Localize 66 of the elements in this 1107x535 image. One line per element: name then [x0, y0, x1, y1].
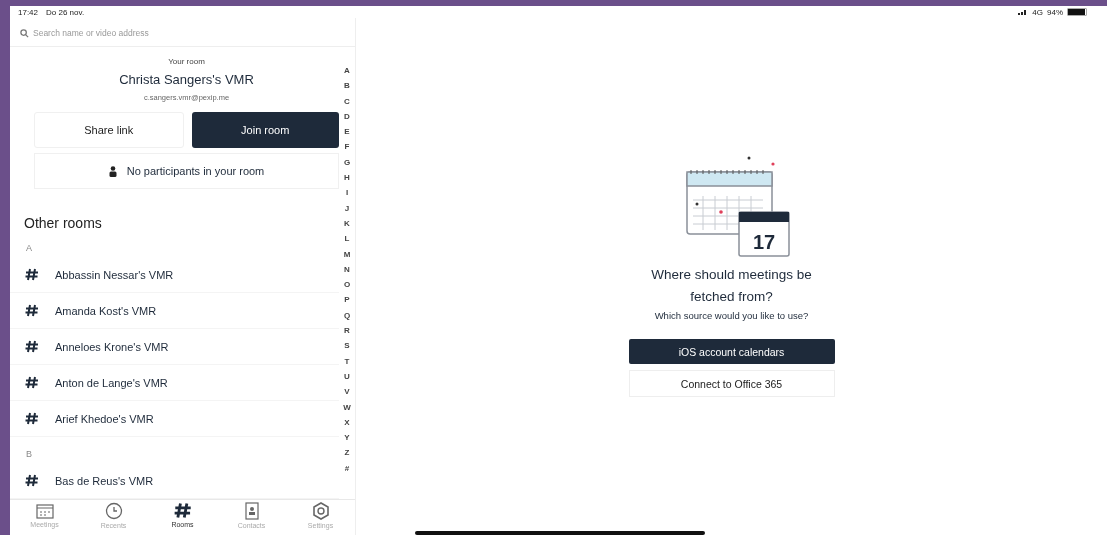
index-letter[interactable]: O: [343, 277, 351, 293]
index-letter[interactable]: #: [344, 460, 350, 476]
index-letter[interactable]: R: [344, 323, 350, 339]
room-item[interactable]: Arief Khedoe's VMR: [10, 401, 339, 437]
status-time: 17:42: [18, 7, 39, 17]
gear-icon: [311, 501, 330, 520]
room-item[interactable]: Bas de Reus's VMR: [10, 463, 339, 499]
hash-icon: [25, 340, 39, 353]
hash-icon: [25, 304, 39, 317]
office-365-button[interactable]: Connect to Office 365: [628, 370, 835, 397]
section-heading: Other rooms: [24, 215, 103, 231]
index-letter[interactable]: U: [344, 368, 350, 385]
index-letter[interactable]: I: [345, 185, 349, 201]
section-letter: B: [26, 449, 33, 461]
calendar-illustration-drawing: 17: [676, 150, 797, 260]
index-letter[interactable]: E: [344, 124, 350, 140]
hash-icon: [25, 268, 39, 281]
index-letter[interactable]: W: [343, 399, 351, 415]
index-letter[interactable]: F: [344, 139, 350, 155]
room-item[interactable]: Anton de Lange's VMR: [10, 365, 339, 401]
join-room-button[interactable]: Join room: [191, 112, 339, 148]
hash-icon: [25, 412, 39, 425]
index-letter[interactable]: T: [344, 353, 350, 369]
index-letter[interactable]: P: [344, 292, 350, 308]
index-letter[interactable]: D: [344, 108, 350, 125]
hash-icon: [25, 474, 39, 487]
index-letter[interactable]: L: [344, 231, 350, 247]
index-letter[interactable]: Q: [343, 307, 351, 324]
status-date: Do 26 nov.: [46, 7, 85, 17]
index-letter[interactable]: M: [343, 246, 351, 262]
search-field[interactable]: Search name or video address: [33, 28, 345, 38]
hash-icon: [173, 502, 192, 519]
index-letter[interactable]: C: [344, 93, 350, 109]
room-name: Christa Sangers's VMR: [118, 72, 255, 87]
index-letter[interactable]: A: [344, 63, 350, 79]
section-letter: A: [26, 243, 33, 255]
index-letter[interactable]: Z: [344, 445, 350, 461]
index-letter[interactable]: X: [344, 414, 350, 431]
participants-text: No participants in your room: [126, 165, 265, 177]
search-icon: [20, 28, 29, 38]
battery-icon: [1067, 8, 1087, 16]
empty-state-subtitle: Which source would you like to use?: [654, 310, 809, 321]
index-letter[interactable]: N: [344, 261, 350, 278]
contacts-icon: [243, 501, 260, 520]
ios-calendars-button[interactable]: iOS account calendars: [628, 339, 835, 364]
room-item[interactable]: Abbassin Nessar's VMR: [10, 257, 339, 293]
empty-state-title: Where should meetings be fetched from?: [650, 266, 813, 306]
room-item[interactable]: Amanda Kost's VMR: [10, 293, 339, 329]
index-letter[interactable]: S: [344, 338, 350, 354]
index-letter[interactable]: H: [344, 170, 350, 186]
index-letter[interactable]: V: [344, 384, 350, 400]
section-heading: Your room: [167, 57, 206, 66]
index-letter[interactable]: B: [344, 78, 350, 94]
share-link-button[interactable]: Share link: [34, 112, 184, 148]
hash-icon: [25, 376, 39, 389]
calendar-icon: [35, 502, 54, 519]
index-letter[interactable]: K: [344, 215, 350, 232]
index-letter[interactable]: J: [344, 200, 350, 216]
battery-percent: 94%: [1047, 7, 1063, 17]
network-label: 4G: [1032, 7, 1043, 17]
index-letter[interactable]: G: [343, 154, 351, 171]
clock-icon: [104, 501, 123, 520]
person-icon: [108, 165, 117, 177]
index-letter[interactable]: Y: [344, 430, 350, 446]
room-item[interactable]: Anneloes Krone's VMR: [10, 329, 339, 365]
signal-icon: [1018, 9, 1029, 15]
